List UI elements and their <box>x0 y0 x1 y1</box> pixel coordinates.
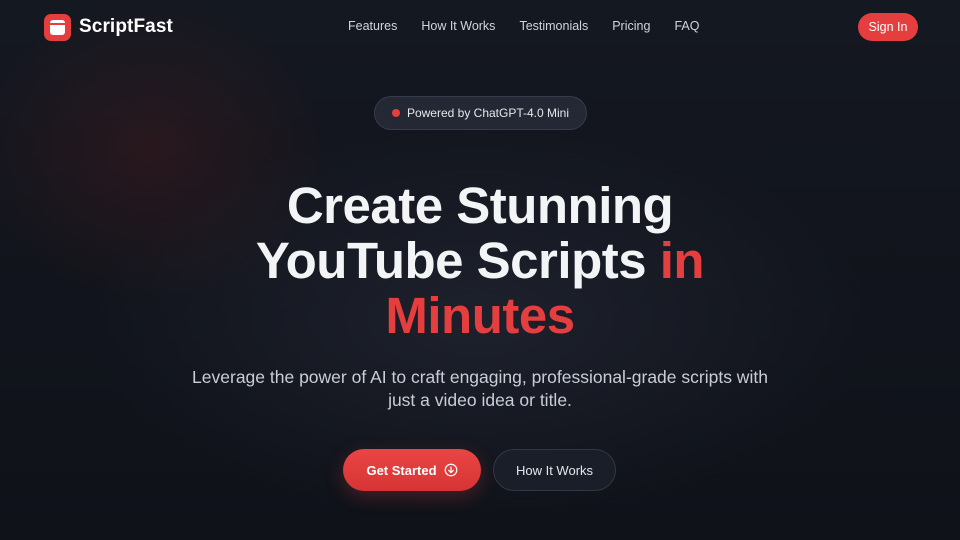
brand-logo[interactable]: ScriptFast <box>44 13 173 41</box>
headline-accent-minutes: Minutes <box>385 287 575 344</box>
headline-line-2: YouTube Scripts <box>255 232 647 289</box>
status-dot-icon <box>391 109 400 117</box>
nav-link-testimonials[interactable]: Testimonials <box>519 19 588 33</box>
get-started-label: Get Started <box>366 462 437 478</box>
top-navigation: ScriptFast Features How It Works Testimo… <box>0 0 960 54</box>
arrow-down-circle-icon <box>444 463 457 477</box>
headline-line-1: Create Stunning <box>286 177 674 234</box>
headline-accent-in: in <box>659 232 705 289</box>
how-it-works-button[interactable]: How It Works <box>493 449 616 491</box>
nav-link-pricing[interactable]: Pricing <box>612 19 650 33</box>
browser-window-icon <box>44 13 71 41</box>
sign-in-button[interactable]: Sign In <box>858 13 918 41</box>
nav-link-how-it-works[interactable]: How It Works <box>421 19 495 33</box>
nav-link-faq[interactable]: FAQ <box>674 19 699 33</box>
hero-subheadline: Leverage the power of AI to craft engagi… <box>192 367 768 410</box>
powered-by-badge: Powered by ChatGPT-4.0 Mini <box>374 96 587 130</box>
hero-headline: Create Stunning YouTube Scripts in Minut… <box>0 178 960 343</box>
get-started-button[interactable]: Get Started <box>343 449 481 491</box>
brand-name: ScriptFast <box>79 16 173 37</box>
nav-links: Features How It Works Testimonials Prici… <box>348 19 699 33</box>
nav-link-features[interactable]: Features <box>348 19 397 33</box>
badge-text: Powered by ChatGPT-4.0 Mini <box>406 106 570 120</box>
